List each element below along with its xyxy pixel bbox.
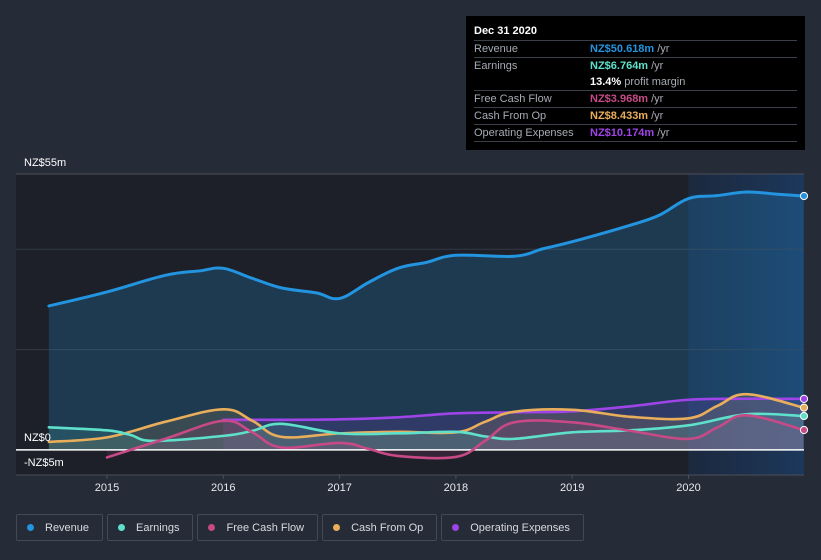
legend-label: Free Cash Flow (226, 521, 305, 534)
free-cash-flow-end-marker[interactable] (799, 425, 809, 435)
legend-label: Revenue (45, 521, 90, 534)
cash-from-op-dot-icon (333, 524, 341, 531)
tooltip-label: Revenue (474, 43, 519, 55)
legend-item-earnings[interactable]: Earnings (107, 514, 194, 541)
profit-margin-value: 13.4% (590, 76, 622, 88)
revenue-dot-icon (27, 524, 34, 531)
y-axis-top-label: NZ$55m (24, 157, 66, 169)
legend-item-revenue[interactable]: Revenue (16, 514, 104, 541)
legend-label: Earnings (136, 521, 180, 534)
legend-label: Operating Expenses (470, 521, 570, 534)
operating-expenses-dot-icon (452, 524, 460, 531)
tooltip-row-cash-from-op: Cash From Op NZ$8.433m /yr (474, 108, 797, 125)
tooltip-row-free-cash-flow: Free Cash Flow NZ$3.968m /yr (474, 91, 797, 108)
tooltip-unit: /yr (651, 110, 664, 122)
tooltip-unit: /yr (657, 43, 670, 55)
tooltip-value: NZ$10.174m (590, 127, 655, 139)
tooltip-unit: /yr (651, 93, 664, 105)
tooltip-label: Free Cash Flow (474, 93, 552, 105)
free-cash-flow-dot-icon (208, 524, 216, 531)
chart-legend: Revenue Earnings Free Cash Flow Cash Fro… (16, 514, 584, 541)
legend-item-operating-expenses[interactable]: Operating Expenses (441, 514, 584, 541)
tooltip-panel: Dec 31 2020 Revenue NZ$50.618m /yr Earni… (466, 16, 805, 150)
tooltip-label: Earnings (474, 60, 518, 72)
tooltip-row-profit-margin: 13.4% profit margin (474, 74, 797, 91)
tooltip-row-operating-expenses: Operating Expenses NZ$10.174m /yr (474, 125, 797, 142)
x-tick-label: 2017 (327, 482, 351, 494)
earnings-end-marker[interactable] (799, 411, 809, 421)
tooltip-value: NZ$3.968m (590, 93, 649, 105)
tooltip-unit: /yr (657, 127, 670, 139)
x-tick-label: 2016 (211, 482, 235, 494)
tooltip-unit: /yr (651, 60, 664, 72)
tooltip-value: NZ$6.764m (590, 60, 649, 72)
legend-item-cash-from-op[interactable]: Cash From Op (322, 514, 438, 541)
x-tick-label: 2018 (444, 482, 468, 494)
legend-label: Cash From Op (351, 521, 424, 534)
x-tick-label: 2019 (560, 482, 584, 494)
operating-expenses-end-marker[interactable] (799, 394, 809, 403)
tooltip-value: NZ$50.618m (590, 43, 655, 55)
tooltip-label: Cash From Op (474, 110, 547, 122)
tooltip-label: Operating Expenses (474, 127, 574, 139)
tooltip-label (474, 74, 590, 90)
tooltip-unit: profit margin (624, 76, 686, 88)
tooltip-row-earnings: Earnings NZ$6.764m /yr (474, 58, 797, 74)
tooltip-date: Dec 31 2020 (474, 23, 797, 41)
cash-from-op-end-marker[interactable] (799, 403, 809, 412)
x-tick-label: 2020 (676, 482, 700, 494)
revenue-end-marker[interactable] (799, 191, 809, 201)
tooltip-row-revenue: Revenue NZ$50.618m /yr (474, 41, 797, 58)
y-axis-bottom-label: -NZ$5m (24, 457, 64, 469)
y-axis-zero-label: NZ$0 (24, 432, 51, 444)
x-tick-label: 2015 (95, 482, 119, 494)
earnings-dot-icon (118, 524, 126, 531)
tooltip-value: NZ$8.433m (590, 110, 649, 122)
legend-item-free-cash-flow[interactable]: Free Cash Flow (197, 514, 319, 541)
